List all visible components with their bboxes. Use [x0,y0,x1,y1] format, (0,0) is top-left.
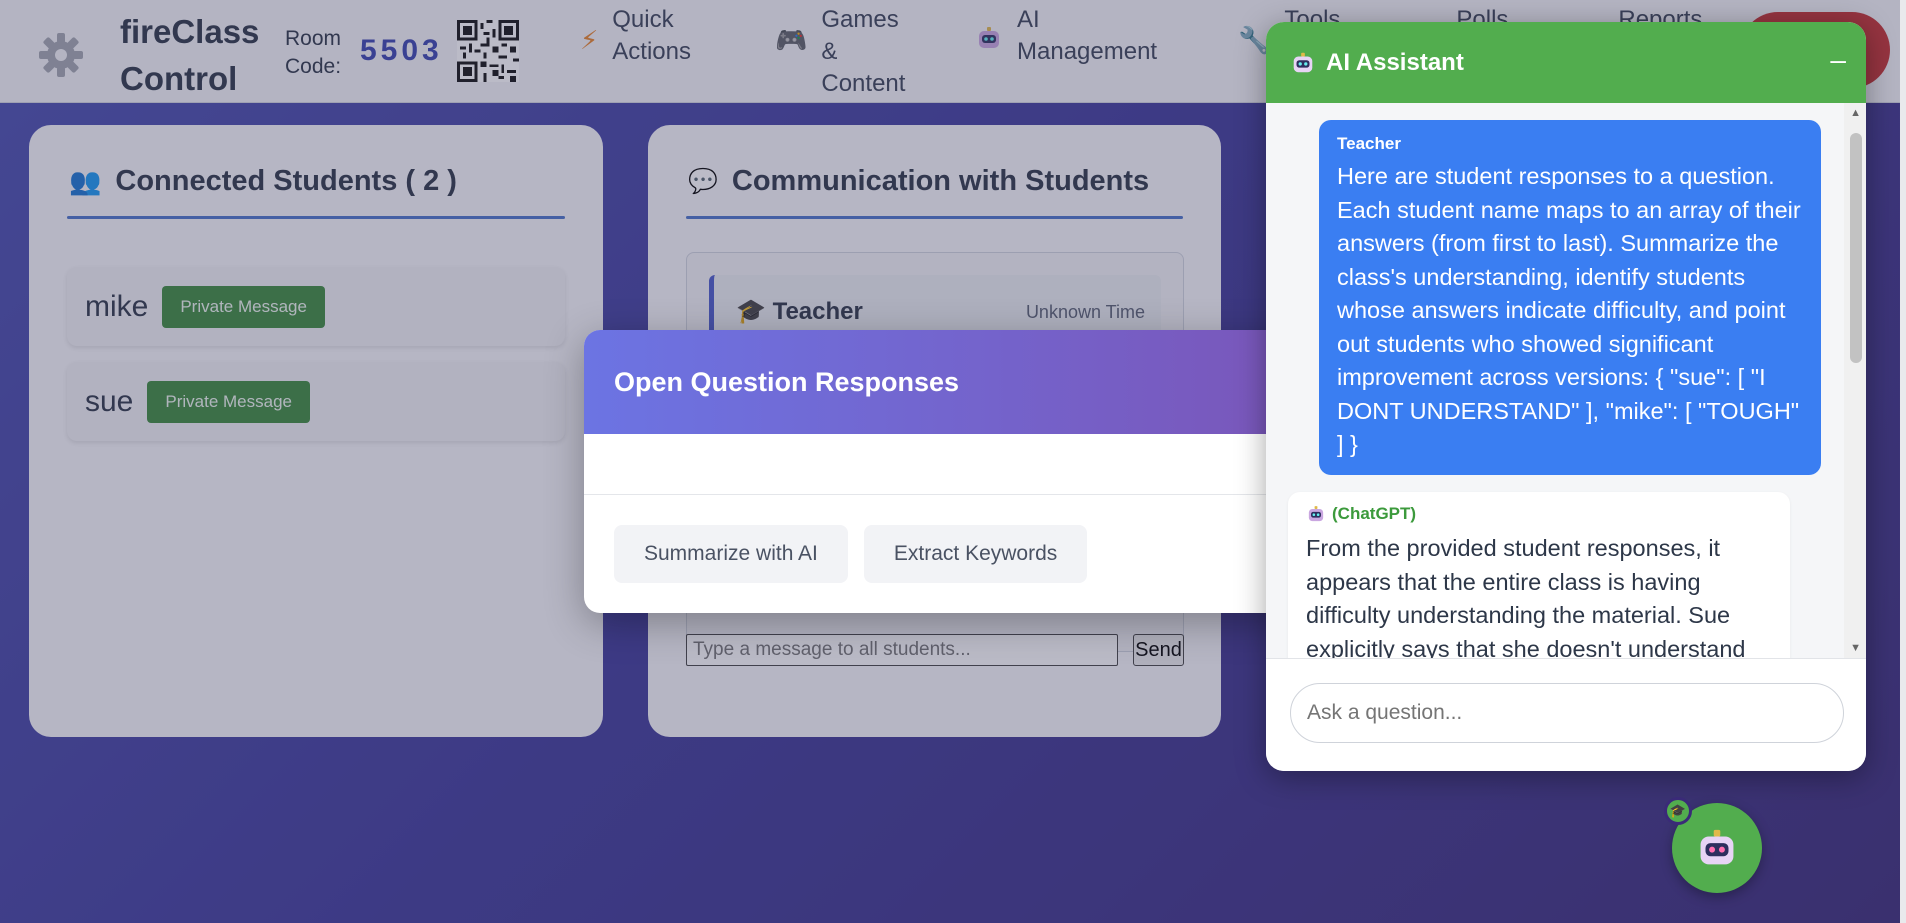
minimize-button[interactable]: – [1830,44,1846,76]
robot-icon [1293,52,1313,72]
chat-scrollbar[interactable]: ▲ ▼ [1844,103,1866,658]
scroll-thumb[interactable] [1850,133,1862,363]
graduation-cap-icon: 🎓 [1664,797,1692,825]
ai-assistant-panel: AI Assistant – Teacher Here are student … [1266,22,1866,771]
ai-author-label: (ChatGPT) [1332,504,1417,523]
scroll-down-icon[interactable]: ▼ [1850,642,1861,654]
modal-title: Open Question Responses [584,330,1304,434]
summarize-with-ai-button[interactable]: Summarize with AI [614,525,848,583]
modal-body [584,434,1304,495]
ai-panel-title: AI Assistant [1326,48,1464,76]
ai-chat-log[interactable]: Teacher Here are student responses to a … [1266,103,1866,658]
open-question-responses-modal: Open Question Responses Summarize with A… [584,330,1304,613]
teacher-message: Teacher Here are student responses to a … [1319,120,1821,475]
robot-icon [1700,829,1734,865]
scroll-up-icon[interactable]: ▲ [1850,107,1861,119]
extract-keywords-button[interactable]: Extract Keywords [863,525,1088,583]
message-text: From the provided student responses, it … [1306,535,1746,658]
page-scrollbar[interactable] [1900,0,1906,923]
message-author: (ChatGPT) [1306,504,1772,524]
ai-message: (ChatGPT) From the provided student resp… [1288,492,1790,658]
modal-actions: Summarize with AI Extract Keywords [584,495,1304,583]
ai-panel-header: AI Assistant – [1266,22,1866,103]
ai-input-area [1266,658,1866,771]
message-author: Teacher [1337,134,1401,153]
robot-icon [1308,506,1324,522]
message-text: Here are student responses to a question… [1337,163,1801,457]
ask-question-input[interactable] [1290,683,1844,743]
